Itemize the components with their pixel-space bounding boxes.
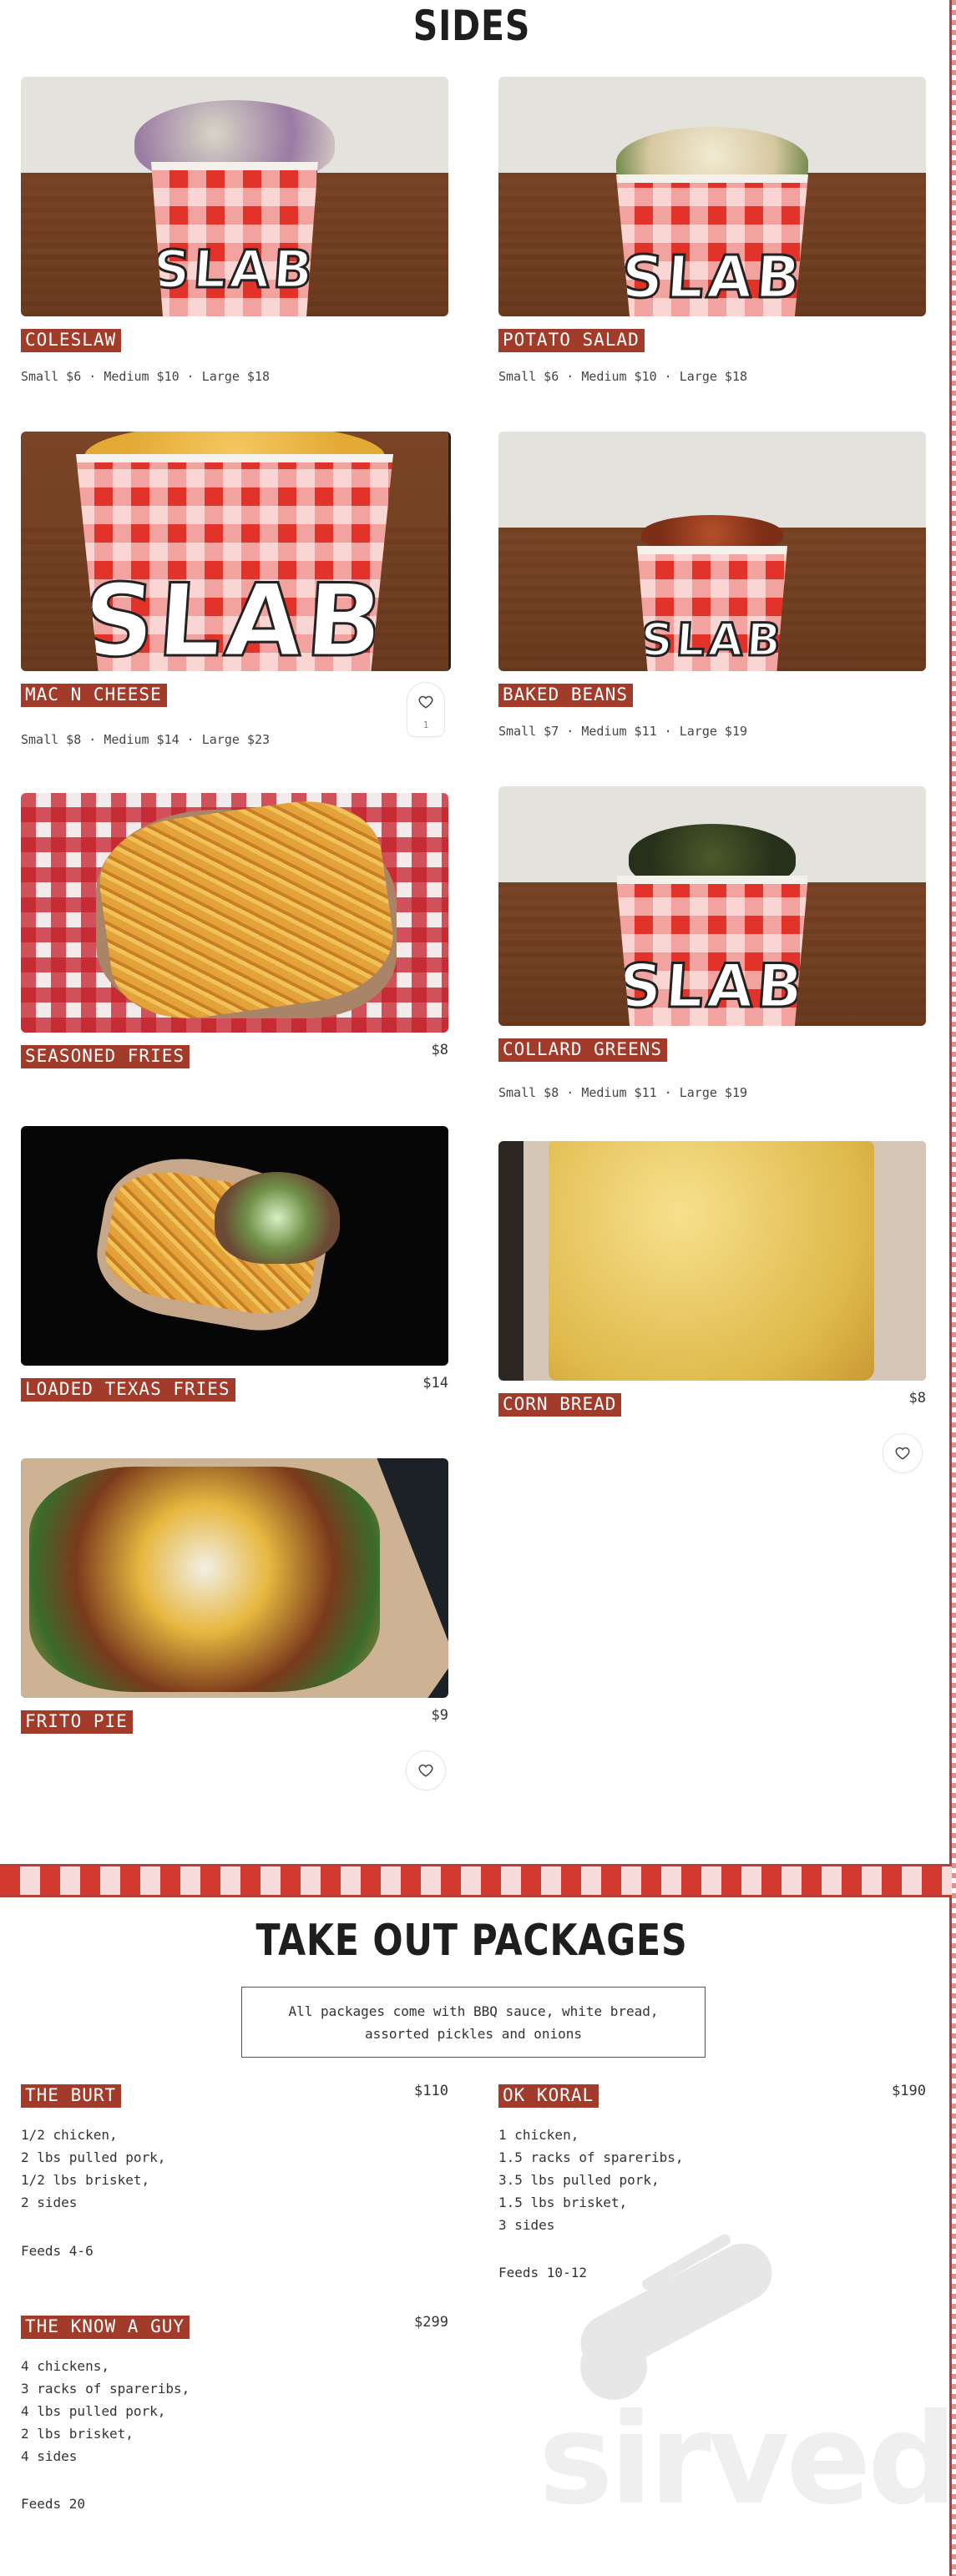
item-name: LOADED TEXAS FRIES — [21, 1378, 235, 1402]
mac-n-cheese-photo: SLAB — [21, 432, 451, 671]
package-contents: 1 chicken, 1.5 racks of spareribs, 3.5 l… — [498, 2127, 684, 2233]
collard-greens-photo: SLAB — [498, 786, 926, 1026]
menu-item-frito-pie[interactable]: FRITO PIE $9 — [21, 1458, 448, 1791]
corn-bread-photo — [498, 1141, 926, 1381]
menu-item-collard-greens[interactable]: SLAB COLLARD GREENS Small $8 · Medium $1… — [498, 786, 926, 1100]
item-sizes: Small $7 · Medium $11 · Large $19 — [498, 724, 748, 739]
package-contents: 1/2 chicken, 2 lbs pulled pork, 1/2 lbs … — [21, 2127, 166, 2210]
item-name: BAKED BEANS — [498, 684, 634, 707]
favorite-button[interactable] — [883, 1433, 923, 1473]
package-feeds: Feeds 4-6 — [21, 2243, 94, 2259]
package-price: $190 — [892, 2083, 926, 2099]
loaded-texas-fries-photo — [21, 1126, 448, 1366]
frito-pie-photo — [21, 1458, 448, 1698]
item-name: FRITO PIE — [21, 1710, 133, 1734]
item-price: $14 — [422, 1375, 448, 1392]
heart-outline-icon — [418, 695, 433, 709]
item-name: POTATO SALAD — [498, 329, 645, 352]
item-sizes: Small $6 · Medium $10 · Large $18 — [21, 369, 271, 384]
item-name: COLESLAW — [21, 329, 122, 352]
item-price: $9 — [431, 1707, 448, 1724]
seasoned-fries-photo — [21, 793, 448, 1033]
package-price: $299 — [414, 2314, 448, 2331]
item-price: $8 — [431, 1042, 448, 1058]
package-name: THE BURT — [21, 2084, 122, 2108]
item-name: COLLARD GREENS — [498, 1038, 668, 1062]
menu-item-baked-beans[interactable]: SLAB BAKED BEANS Small $7 · Medium $11 ·… — [498, 432, 926, 739]
coleslaw-photo: SLAB — [21, 77, 448, 316]
package-name: OK KORAL — [498, 2084, 599, 2108]
favorite-button[interactable] — [406, 1750, 446, 1791]
menu-item-potato-salad[interactable]: SLAB POTATO SALAD Small $6 · Medium $10 … — [498, 77, 926, 384]
baked-beans-photo: SLAB — [498, 432, 926, 671]
checker-divider — [0, 1864, 952, 1897]
heart-outline-icon — [895, 1447, 910, 1460]
item-sizes: Small $6 · Medium $10 · Large $18 — [498, 369, 748, 384]
potato-salad-photo: SLAB — [498, 77, 926, 316]
sides-title: SIDES — [412, 2, 531, 50]
package-feeds: Feeds 20 — [21, 2496, 86, 2512]
package-name: THE KNOW A GUY — [21, 2316, 190, 2339]
package-price: $110 — [414, 2083, 448, 2099]
menu-item-corn-bread[interactable]: CORN BREAD $8 — [498, 1141, 926, 1473]
package-contents: 4 chickens, 3 racks of spareribs, 4 lbs … — [21, 2358, 190, 2464]
item-name: CORN BREAD — [498, 1393, 622, 1417]
right-dashed-edge — [952, 0, 956, 2576]
takeout-note: All packages come with BBQ sauce, white … — [241, 1987, 706, 2058]
item-sizes: Small $8 · Medium $11 · Large $19 — [498, 1085, 748, 1100]
item-name: MAC N CHEESE — [21, 684, 167, 707]
takeout-title: TAKE OUT PACKAGES — [255, 1916, 688, 1966]
menu-item-seasoned-fries[interactable]: SEASONED FRIES $8 — [21, 793, 448, 1068]
menu-item-mac-n-cheese[interactable]: SLAB MAC N CHEESE Small $8 · Medium $14 … — [21, 432, 451, 747]
watermark-text: sirved — [539, 2387, 956, 2533]
package-feeds: Feeds 10-12 — [498, 2265, 587, 2281]
item-price: $8 — [908, 1390, 926, 1407]
heart-outline-icon — [418, 1764, 433, 1777]
menu-item-coleslaw[interactable]: SLAB COLESLAW Small $6 · Medium $10 · La… — [21, 77, 448, 384]
menu-item-loaded-texas-fries[interactable]: LOADED TEXAS FRIES $14 — [21, 1126, 448, 1402]
favorite-count: 1 — [422, 720, 429, 730]
item-sizes: Small $8 · Medium $14 · Large $23 — [21, 732, 271, 747]
item-name: SEASONED FRIES — [21, 1045, 190, 1068]
